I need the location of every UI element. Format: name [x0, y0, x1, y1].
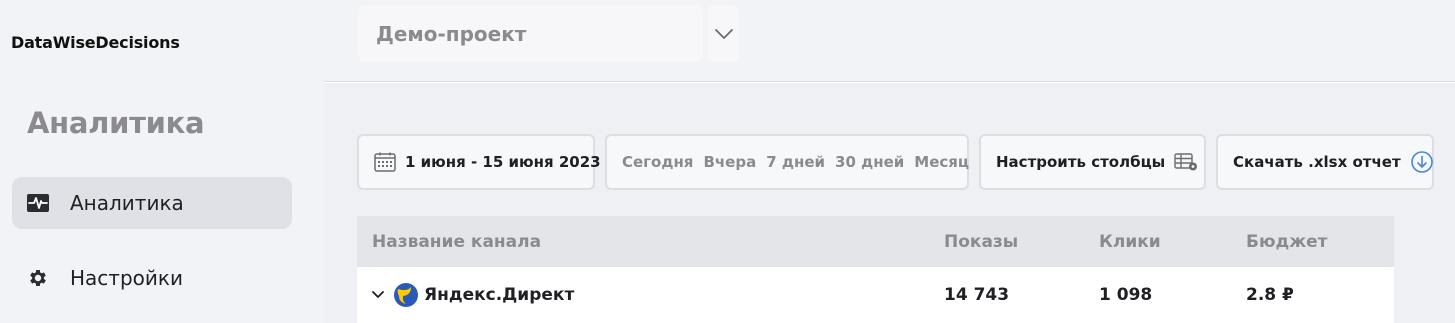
sidebar-item-settings[interactable]: Настройки — [12, 252, 292, 304]
download-report-button[interactable]: Скачать .xlsx отчет — [1216, 134, 1434, 190]
calendar-icon — [374, 152, 396, 172]
chevron-down-icon — [714, 24, 733, 43]
budget-cell: 2.8 ₽ — [1246, 285, 1294, 305]
column-header-budget[interactable]: Бюджет — [1246, 232, 1328, 252]
project-dropdown-button[interactable] — [708, 5, 739, 62]
date-range-button[interactable]: 1 июня - 15 июня 2023 — [357, 134, 601, 190]
main-content: 1 июня - 15 июня 2023 Сегодня Вчера 7 дн… — [324, 83, 1455, 323]
download-icon — [1410, 150, 1434, 174]
preset-month[interactable]: Месяц — [914, 153, 969, 171]
project-select[interactable]: Демо-проект — [358, 5, 703, 62]
yandex-direct-logo-icon — [394, 283, 418, 307]
top-header: Демо-проект — [324, 0, 1455, 82]
clicks-cell: 1 098 — [1099, 285, 1153, 305]
expand-chevron-icon[interactable] — [372, 291, 386, 299]
app-logo[interactable]: DataWiseDecisions — [11, 33, 180, 52]
preset-7-days[interactable]: 7 дней — [766, 153, 825, 171]
table-settings-icon — [1174, 153, 1198, 171]
table-header: Название канала Показы Клики Бюджет — [357, 216, 1394, 267]
configure-columns-label: Настроить столбцы — [996, 153, 1166, 171]
preset-yesterday[interactable]: Вчера — [703, 153, 756, 171]
download-report-label: Скачать .xlsx отчет — [1233, 153, 1401, 171]
column-header-impressions[interactable]: Показы — [944, 232, 1018, 252]
table-row[interactable]: Яндекс.Директ 14 743 1 098 2.8 ₽ — [357, 267, 1394, 323]
configure-columns-button[interactable]: Настроить столбцы — [979, 134, 1206, 190]
sidebar: DataWiseDecisions Аналитика Аналитика На… — [0, 0, 324, 323]
sidebar-item-analytics[interactable]: Аналитика — [12, 177, 292, 229]
channel-name: Яндекс.Директ — [424, 285, 575, 305]
impressions-cell: 14 743 — [944, 285, 1010, 305]
preset-today[interactable]: Сегодня — [622, 153, 693, 171]
channels-table: Название канала Показы Клики Бюджет Янде… — [357, 216, 1394, 323]
date-range-value: 1 июня - 15 июня 2023 — [405, 153, 601, 171]
sidebar-item-label: Настройки — [70, 266, 183, 290]
column-header-channel[interactable]: Название канала — [372, 232, 541, 252]
sidebar-item-label: Аналитика — [70, 191, 184, 215]
date-presets: Сегодня Вчера 7 дней 30 дней Месяц — [605, 134, 969, 190]
channel-cell: Яндекс.Директ — [372, 283, 574, 307]
activity-icon — [26, 191, 50, 215]
gear-icon — [26, 266, 50, 290]
section-title: Аналитика — [27, 106, 205, 140]
column-header-clicks[interactable]: Клики — [1099, 232, 1161, 252]
preset-30-days[interactable]: 30 дней — [835, 153, 904, 171]
